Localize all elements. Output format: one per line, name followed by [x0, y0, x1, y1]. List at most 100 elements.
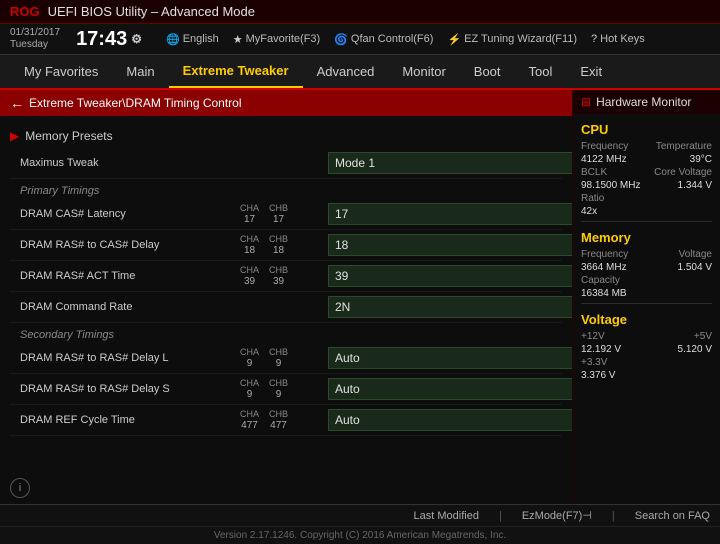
dram-ref-field[interactable] — [328, 409, 572, 431]
dram-cas-field[interactable] — [328, 203, 572, 225]
memory-capacity-value-row: 16384 MB — [581, 288, 712, 299]
cpu-frequency-label: Frequency — [581, 141, 628, 152]
favorites-link[interactable]: ★ MyFavorite(F3) — [233, 33, 320, 46]
dram-ras-act-input — [328, 265, 572, 287]
dram-cas-input — [328, 203, 572, 225]
dram-ras-cas-label: DRAM RAS# to CAS# Delay — [20, 239, 240, 251]
cpu-frequency-value-row: 4122 MHz 39°C — [581, 154, 712, 165]
maximus-tweak-label: Maximus Tweak — [20, 157, 240, 169]
dram-ref-row: DRAM REF Cycle Time CHA 477 CHB 477 — [10, 405, 562, 436]
fan-icon: 🌀 — [334, 33, 348, 46]
nav-my-favorites[interactable]: My Favorites — [10, 56, 112, 87]
cpu-memory-divider — [581, 221, 712, 222]
title-bar: ROG UEFI BIOS Utility – Advanced Mode — [0, 0, 720, 24]
memory-capacity-row: Capacity — [581, 275, 712, 286]
day-display: Tuesday — [10, 39, 60, 51]
nav-extreme-tweaker[interactable]: Extreme Tweaker — [169, 55, 303, 88]
dram-ras-act-cha: CHA 39 — [240, 265, 259, 287]
cpu-ratio-row: Ratio — [581, 193, 712, 204]
footer-separator-2: | — [612, 510, 615, 522]
nav-monitor[interactable]: Monitor — [388, 56, 459, 87]
cpu-bclk-value: 98.1500 MHz — [581, 180, 640, 191]
cpu-ratio-label: Ratio — [581, 193, 604, 204]
memory-freq-row: Frequency Voltage — [581, 249, 712, 260]
maximus-tweak-select[interactable]: Mode 1 ▼ — [328, 152, 572, 174]
date-display: 01/31/2017 — [10, 27, 60, 39]
dram-ras-cas-field[interactable] — [328, 234, 572, 256]
nav-advanced[interactable]: Advanced — [303, 56, 389, 87]
monitor-icon: ⊞ — [581, 95, 591, 109]
info-bar-links: 🌐 English ★ MyFavorite(F3) 🌀 Qfan Contro… — [166, 33, 710, 46]
voltage-5-label: +5V — [694, 331, 712, 342]
dram-ras-ras-s-row: DRAM RAS# to RAS# Delay S CHA 9 CHB 9 — [10, 374, 562, 405]
memory-frequency-value: 3664 MHz — [581, 262, 627, 273]
cpu-ratio-value-row: 42x — [581, 206, 712, 217]
dram-ras-ras-s-label: DRAM RAS# to RAS# Delay S — [20, 383, 240, 395]
voltage-12-value: 12.192 V — [581, 344, 621, 355]
dram-ref-chb: CHB 477 — [269, 409, 288, 431]
voltage-12-label: +12V — [581, 331, 605, 342]
cpu-core-voltage-label: Core Voltage — [654, 167, 712, 178]
back-arrow[interactable]: ← — [10, 95, 24, 111]
cpu-frequency-row: Frequency Temperature — [581, 141, 712, 152]
memory-voltage-label: Voltage — [679, 249, 712, 260]
star-icon: ★ — [233, 33, 243, 46]
dram-cas-row: DRAM CAS# Latency CHA 17 CHB 17 — [10, 199, 562, 230]
memory-voltage-divider — [581, 303, 712, 304]
memory-voltage-value: 1.504 V — [678, 262, 712, 273]
cpu-bclk-value-row: 98.1500 MHz 1.344 V — [581, 180, 712, 191]
qfan-link[interactable]: 🌀 Qfan Control(F6) — [334, 33, 433, 46]
info-button[interactable]: i — [10, 478, 30, 498]
version-text: Version 2.17.1246. Copyright (C) 2016 Am… — [214, 530, 506, 541]
dram-ras-ras-l-label: DRAM RAS# to RAS# Delay L — [20, 352, 240, 364]
hw-monitor-title: Hardware Monitor — [596, 95, 691, 109]
voltage-33-row: +3.3V — [581, 357, 712, 368]
rog-logo: ROG — [10, 4, 40, 19]
dram-cas-cha: CHA 17 — [240, 203, 259, 225]
nav-boot[interactable]: Boot — [460, 56, 515, 87]
hotkeys-icon: ? — [591, 33, 597, 45]
dram-ref-label: DRAM REF Cycle Time — [20, 414, 240, 426]
voltage-12-5-value-row: 12.192 V 5.120 V — [581, 344, 712, 355]
hotkeys-link[interactable]: ? Hot Keys — [591, 33, 645, 45]
dram-ras-ras-l-field[interactable] — [328, 347, 572, 369]
dram-ras-ras-s-channels: CHA 9 CHB 9 — [240, 378, 320, 400]
footer-separator-1: | — [499, 510, 502, 522]
dram-ras-ras-s-field[interactable] — [328, 378, 572, 400]
breadcrumb-text: Extreme Tweaker\DRAM Timing Control — [29, 96, 242, 110]
title-text: UEFI BIOS Utility – Advanced Mode — [48, 4, 255, 19]
ez-mode-button[interactable]: EzMode(F7)⊣ — [522, 509, 592, 522]
dram-ras-act-field[interactable] — [328, 265, 572, 287]
settings-icon[interactable]: ⚙ — [131, 32, 142, 46]
dram-ras-cas-row: DRAM RAS# to CAS# Delay CHA 18 CHB 18 — [10, 230, 562, 261]
dram-ras-ras-s-cha: CHA 9 — [240, 378, 259, 400]
info-bar: 01/31/2017 Tuesday 17:43 ⚙ 🌐 English ★ M… — [0, 24, 720, 55]
dram-cas-label: DRAM CAS# Latency — [20, 208, 240, 220]
dram-ras-ras-s-input — [328, 378, 572, 400]
maximus-tweak-input: Mode 1 ▼ — [328, 152, 572, 174]
memory-presets-label: Memory Presets — [25, 129, 112, 143]
dram-cmd-select[interactable]: 2N ▼ — [328, 296, 572, 318]
dram-ras-act-row: DRAM RAS# ACT Time CHA 39 CHB 39 — [10, 261, 562, 292]
dram-ref-channels: CHA 477 CHB 477 — [240, 409, 320, 431]
content-area: ▶ Memory Presets Maximus Tweak Mode 1 ▼ … — [0, 116, 572, 444]
nav-exit[interactable]: Exit — [566, 56, 616, 87]
dram-cas-channels: CHA 17 CHB 17 — [240, 203, 320, 225]
dram-ref-input — [328, 409, 572, 431]
dram-ras-ras-l-chb: CHB 9 — [269, 347, 288, 369]
voltage-33-value: 3.376 V — [581, 370, 615, 381]
language-link[interactable]: 🌐 English — [166, 33, 219, 46]
datetime: 01/31/2017 Tuesday — [10, 27, 60, 51]
time-display: 17:43 ⚙ — [76, 28, 142, 51]
nav-tool[interactable]: Tool — [515, 56, 567, 87]
dram-ras-cas-chb: CHB 18 — [269, 234, 288, 256]
left-content: ← Extreme Tweaker\DRAM Timing Control ▶ … — [0, 90, 572, 504]
ez-tuning-link[interactable]: ⚡ EZ Tuning Wizard(F11) — [447, 33, 577, 46]
dram-ras-act-channels: CHA 39 CHB 39 — [240, 265, 320, 287]
nav-main[interactable]: Main — [112, 56, 168, 87]
voltage-12-5-row: +12V +5V — [581, 331, 712, 342]
cpu-ratio-value: 42x — [581, 206, 597, 217]
search-faq-button[interactable]: Search on FAQ — [635, 510, 710, 522]
memory-presets-header[interactable]: ▶ Memory Presets — [10, 124, 562, 148]
cpu-temperature-label: Temperature — [656, 141, 712, 152]
